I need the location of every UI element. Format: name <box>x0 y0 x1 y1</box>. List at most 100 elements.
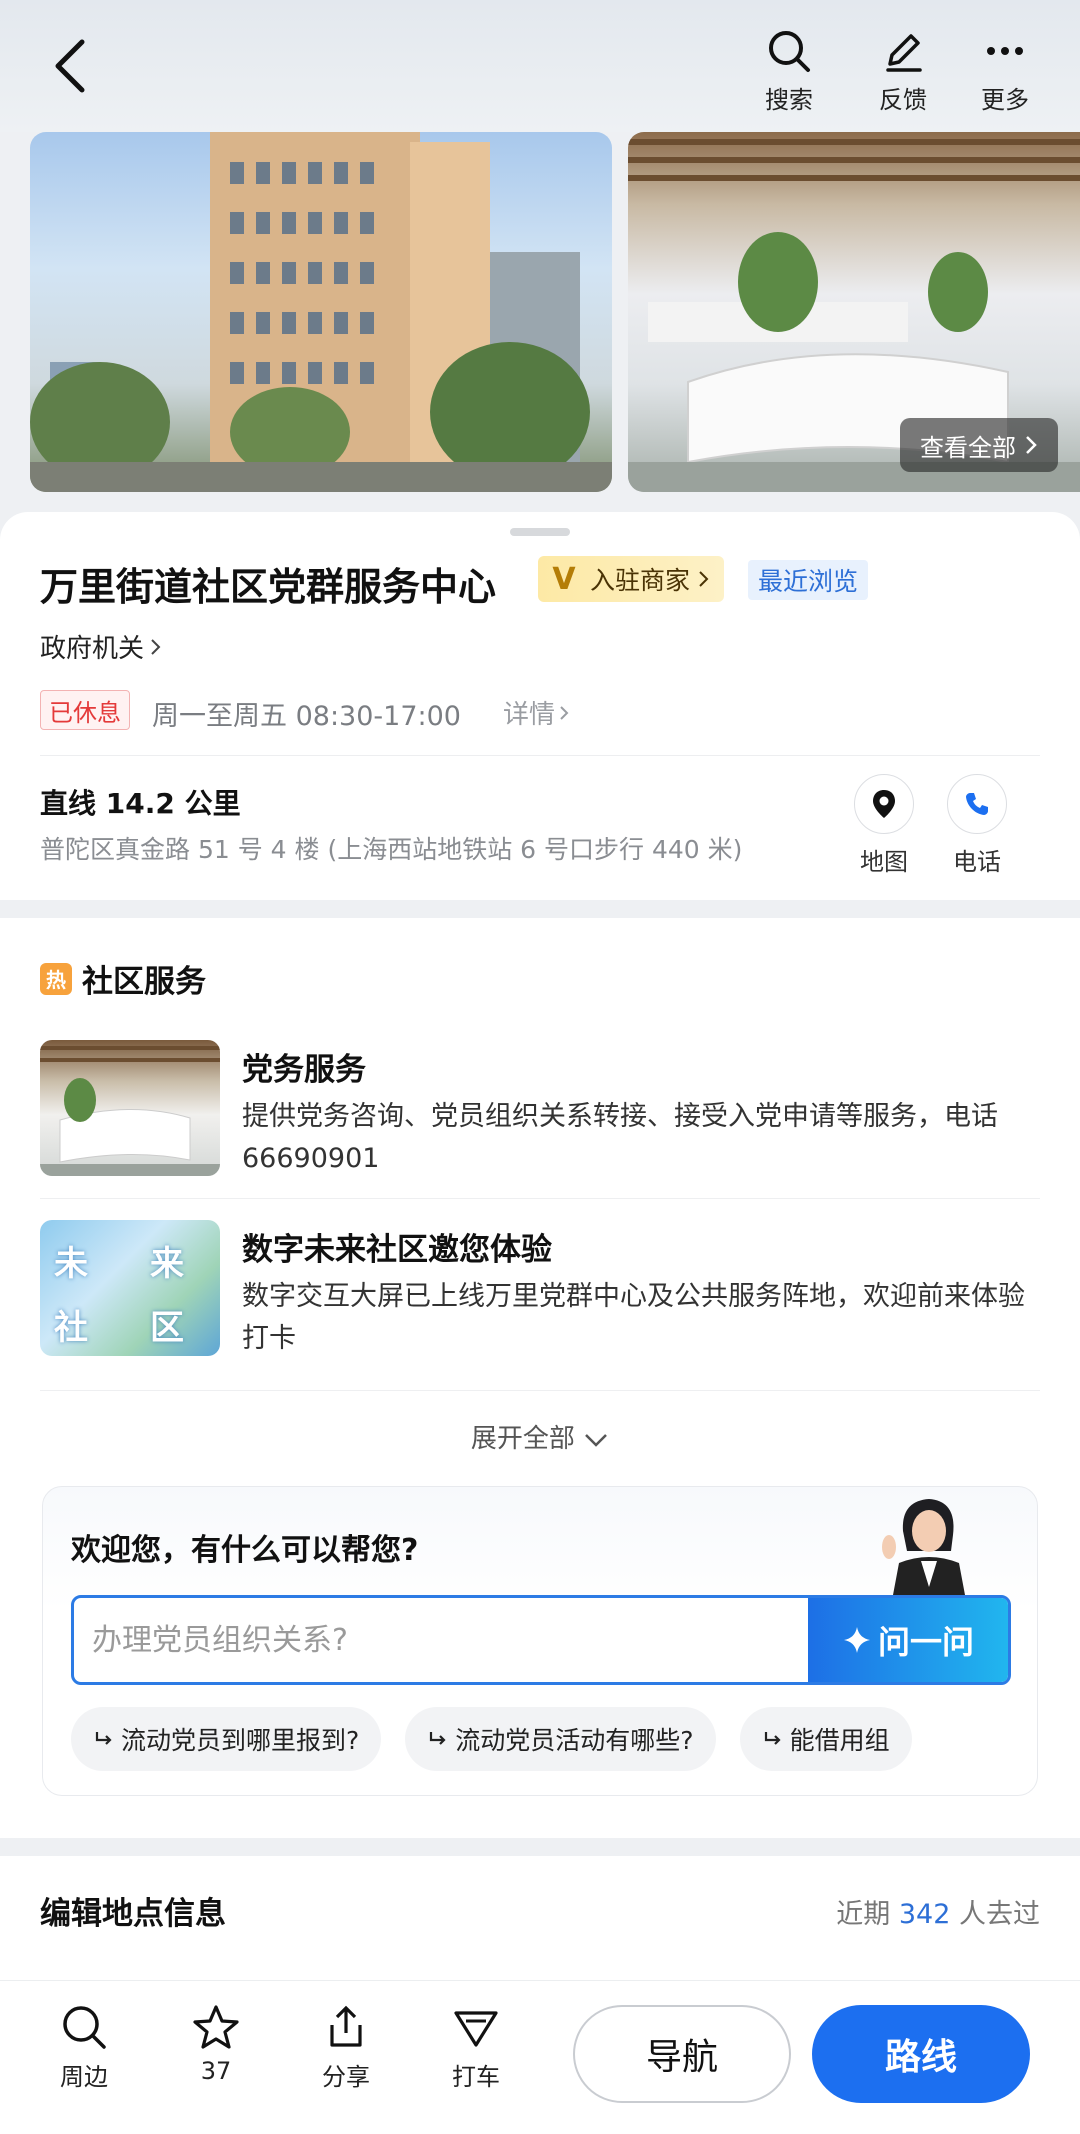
thumb-char: 未 <box>54 1244 88 1284</box>
visited-suffix: 人去过 <box>959 1899 1040 1930</box>
view-all-button[interactable]: 查看全部 <box>900 418 1058 472</box>
share-icon <box>330 2005 362 2047</box>
service-description: 数字交互大屏已上线万里党群中心及公共服务阵地，欢迎前来体验打卡 <box>242 1281 1025 1354</box>
phone-label: 电话 <box>953 848 1001 876</box>
hours-detail-link[interactable]: 详情 <box>503 694 569 731</box>
route-button[interactable]: 路线 <box>812 2005 1030 2103</box>
taxi-button[interactable]: 打车 <box>426 2003 526 2092</box>
search-icon <box>769 31 810 72</box>
recent-view-tag: 最近浏览 <box>748 560 869 600</box>
service-description: 提供党务咨询、党员组织关系转接、接受入党申请等服务，电话 66690901 <box>242 1101 998 1174</box>
visited-count: 342 <box>898 1899 951 1930</box>
assistant-card: 欢迎您，有什么可以帮您? 问一问 <box>42 1486 1038 1796</box>
chip-label: 能借用组 <box>789 1726 890 1755</box>
phone-circle <box>947 774 1007 834</box>
share-button[interactable]: 分享 <box>296 2003 396 2092</box>
place-info-sheet: 万里街道社区党群服务中心 V 入驻商家 最近浏览 政府机关 已休息 周一至周五 … <box>0 512 1080 900</box>
back-arrow-icon <box>55 39 85 93</box>
star-icon <box>193 2005 239 2049</box>
ask-button[interactable]: 问一问 <box>808 1598 1008 1682</box>
drag-handle[interactable] <box>510 528 570 536</box>
chevron-right-icon <box>699 571 709 587</box>
photo-gallery[interactable]: 查看全部 <box>0 132 1080 492</box>
search-button[interactable]: 搜索 <box>744 28 834 118</box>
suggestion-chip[interactable]: 能借用组 <box>739 1707 912 1771</box>
suggestion-chip[interactable]: 流动党员到哪里报到? <box>71 1707 382 1771</box>
divider <box>40 1198 1040 1199</box>
ask-input[interactable] <box>74 1598 804 1682</box>
back-button[interactable] <box>50 36 110 106</box>
expand-all-label: 展开全部 <box>470 1424 575 1454</box>
visited-prefix: 近期 <box>836 1899 891 1930</box>
view-all-label: 查看全部 <box>920 433 1016 462</box>
chip-label: 流动党员活动有哪些? <box>455 1726 694 1755</box>
divider <box>40 1390 1040 1391</box>
suggestion-chips: 流动党员到哪里报到? 流动党员活动有哪些? 能借用组 <box>71 1707 1011 1773</box>
location-pin-icon <box>873 790 895 818</box>
place-title: 万里街道社区党群服务中心 <box>40 565 497 609</box>
ask-box: 问一问 <box>71 1595 1011 1685</box>
digital-community-thumbnail: 未 来 社 区 <box>40 1220 220 1356</box>
map-button[interactable]: 地图 <box>844 774 924 877</box>
service-item-party-affairs[interactable]: 党务服务 提供党务咨询、党员组织关系转接、接受入党申请等服务，电话 666909… <box>40 1040 1040 1190</box>
chevron-down-icon <box>585 1433 608 1447</box>
feedback-label: 反馈 <box>879 86 927 114</box>
category-link[interactable]: 政府机关 <box>40 628 162 665</box>
chevron-right-icon <box>151 638 161 655</box>
more-dots-icon <box>987 47 1023 55</box>
divider <box>40 755 1040 756</box>
hours-detail-label: 详情 <box>503 700 556 730</box>
expand-all-button[interactable]: 展开全部 <box>0 1418 1080 1455</box>
building-photo[interactable] <box>30 132 612 492</box>
services-header: 热 社区服务 <box>40 956 206 1001</box>
phone-button[interactable]: 电话 <box>937 774 1017 877</box>
service-item-digital-community[interactable]: 未 来 社 区 数字未来社区邀您体验 数字交互大屏已上线万里党群中心及公共服务阵… <box>40 1220 1040 1370</box>
ask-button-label: 问一问 <box>877 1623 974 1661</box>
return-arrow-icon <box>95 1732 112 1745</box>
map-circle <box>854 774 914 834</box>
taxi-icon <box>454 2011 498 2047</box>
nearby-button[interactable]: 周边 <box>34 2003 134 2092</box>
favorite-count: 37 <box>200 2057 232 2085</box>
thumb-char: 区 <box>150 1308 184 1348</box>
services-title: 社区服务 <box>82 964 206 1000</box>
status-badge: 已休息 <box>40 690 130 730</box>
thumb-char: 社 <box>54 1308 88 1348</box>
lobby-photo[interactable]: 查看全部 <box>628 132 1080 492</box>
edit-place-info-row[interactable]: 编辑地点信息 近期 342 人去过 <box>0 1856 1080 1980</box>
opening-hours: 周一至周五 08:30-17:00 <box>152 701 461 732</box>
more-label: 更多 <box>981 86 1029 114</box>
return-arrow-icon <box>430 1732 446 1745</box>
service-name: 党务服务 <box>242 1052 366 1088</box>
service-name: 数字未来社区邀您体验 <box>242 1232 552 1268</box>
more-button[interactable]: 更多 <box>960 28 1050 118</box>
visited-count-text: 近期 342 人去过 <box>836 1892 1040 1931</box>
map-label: 地图 <box>860 848 908 876</box>
feedback-button[interactable]: 反馈 <box>858 28 948 118</box>
assistant-avatar <box>879 1491 975 1595</box>
search-icon <box>63 2006 106 2049</box>
edit-place-info-title: 编辑地点信息 <box>40 1896 226 1932</box>
feedback-pen-icon <box>886 34 922 72</box>
taxi-label: 打车 <box>452 2063 500 2091</box>
search-label: 搜索 <box>765 86 813 114</box>
building-illustration <box>30 132 612 492</box>
navigate-button[interactable]: 导航 <box>573 2005 791 2103</box>
share-label: 分享 <box>322 2063 370 2091</box>
merchant-badge[interactable]: V 入驻商家 <box>538 556 725 602</box>
phone-icon <box>966 793 988 815</box>
category-label: 政府机关 <box>40 634 145 664</box>
favorite-button[interactable]: 37 <box>166 2003 266 2085</box>
chevron-right-icon <box>560 705 569 720</box>
bottom-action-bar: 周边 37 分享 打车 导航 路线 <box>0 1980 1080 2134</box>
party-affairs-thumbnail <box>40 1040 220 1176</box>
return-arrow-icon <box>764 1732 781 1745</box>
merchant-badge-label: 入驻商家 <box>590 566 691 595</box>
hot-icon: 热 <box>40 962 72 995</box>
thumb-char: 来 <box>150 1244 184 1284</box>
suggestion-chip[interactable]: 流动党员活动有哪些? <box>405 1707 716 1771</box>
nearby-label: 周边 <box>60 2063 108 2091</box>
top-bar: 搜索 反馈 更多 <box>0 0 1080 132</box>
sparkle-icon <box>843 1627 870 1653</box>
v-badge-icon: V <box>552 561 576 597</box>
